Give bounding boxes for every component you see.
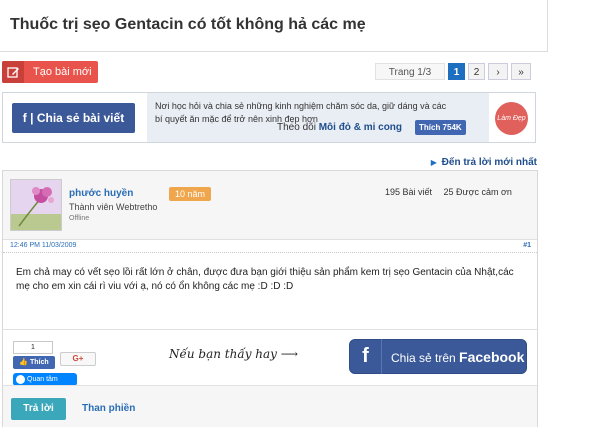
messenger-icon (16, 375, 25, 384)
page-like-button[interactable]: Thích 754K (415, 120, 466, 135)
triangle-right-icon: ▶ (430, 158, 437, 167)
page-1-button[interactable]: 1 (448, 63, 465, 80)
share-facebook-brand: Facebook (459, 348, 525, 365)
page-info: Trang 1/3 (375, 63, 445, 80)
goto-last-reply-link[interactable]: ▶ Đến trả lời mới nhất (431, 157, 537, 168)
follow-page-link[interactable]: Môi đỏ & mi cong (319, 122, 402, 133)
post-number-link[interactable]: #1 (523, 242, 531, 249)
arrow-right-icon: ⟶ (280, 347, 298, 361)
lamdep-logo: Làm Đẹp (495, 102, 528, 135)
follow-label: Quan tâm (27, 376, 58, 383)
page-title: Thuốc trị sẹo Gentacin có tốt không hả c… (10, 16, 366, 33)
thread-title-box: Thuốc trị sẹo Gentacin có tốt không hả c… (0, 0, 548, 52)
author-role: Thành viên Webtretho (69, 202, 158, 212)
new-post-button[interactable]: Tạo bài mới (2, 61, 98, 83)
member-years-badge: 10 năm (169, 187, 211, 201)
author-status: Offline (69, 215, 90, 222)
post-header: phước huyền 10 năm Thành viên Webtretho … (3, 171, 537, 239)
author-name[interactable]: phước huyền (69, 188, 133, 199)
author-stats: 195 Bài viết 25 Được cảm ơn (385, 187, 512, 197)
post-card: phước huyền 10 năm Thành viên Webtretho … (2, 170, 538, 427)
share-facebook-button[interactable]: f Chia sẻ trên Facebook (349, 339, 527, 374)
pagination: Trang 1/3 1 2 › » (375, 63, 531, 80)
share-facebook-label: Chia sẻ trên Facebook (382, 349, 524, 365)
post-actions: Trả lời Than phiền (3, 385, 537, 427)
next-page-button[interactable]: › (488, 63, 508, 80)
edit-icon (2, 61, 24, 83)
new-post-label: Tạo bài mới (33, 66, 92, 78)
avatar[interactable] (10, 179, 62, 231)
post-meta: 12:46 PM 11/03/2009 #1 (3, 239, 537, 253)
share-hint-text: Nếu bạn thấy hay ⟶ (169, 347, 298, 361)
community-message: Nơi học hỏi và chia sẻ những kinh nghiệm… (147, 93, 489, 142)
share-hint-label: Nếu bạn thấy hay (169, 347, 277, 361)
posts-count: 195 Bài viết (385, 187, 433, 197)
like-button[interactable]: 👍 Thích (13, 356, 55, 369)
post-social-bar: 1 👍 Thích G+ Quan tâm Nếu bạn thấy hay ⟶… (3, 329, 537, 386)
thanks-count: 25 Được cảm ơn (443, 187, 512, 197)
share-post-button[interactable]: f | Chia sẻ bài viết (12, 103, 135, 133)
share-banner: f | Chia sẻ bài viết Nơi học hỏi và chia… (2, 92, 536, 143)
fb-like-widget: 1 👍 Thích (13, 341, 57, 369)
last-page-button[interactable]: » (511, 63, 531, 80)
facebook-icon: f (350, 339, 382, 374)
reply-button[interactable]: Trả lời (11, 398, 66, 420)
like-label: Thích (30, 359, 49, 366)
like-count: 1 (13, 341, 53, 354)
goto-last-label: Đến trả lời mới nhất (441, 157, 537, 168)
report-link[interactable]: Than phiền (82, 403, 135, 414)
post-content: Em chả may có vết sẹo lồi rất lớn ở chân… (16, 267, 514, 292)
google-plus-button[interactable]: G+ (60, 352, 96, 366)
follow-prefix: Theo dõi (277, 122, 316, 133)
post-timestamp: 12:46 PM 11/03/2009 (10, 242, 77, 249)
page-2-button[interactable]: 2 (468, 63, 485, 80)
share-facebook-prefix: Chia sẻ trên (391, 350, 456, 365)
thumbs-up-icon: 👍 (19, 359, 29, 366)
follow-page-text: Theo dõi Môi đỏ & mi cong (277, 122, 402, 133)
